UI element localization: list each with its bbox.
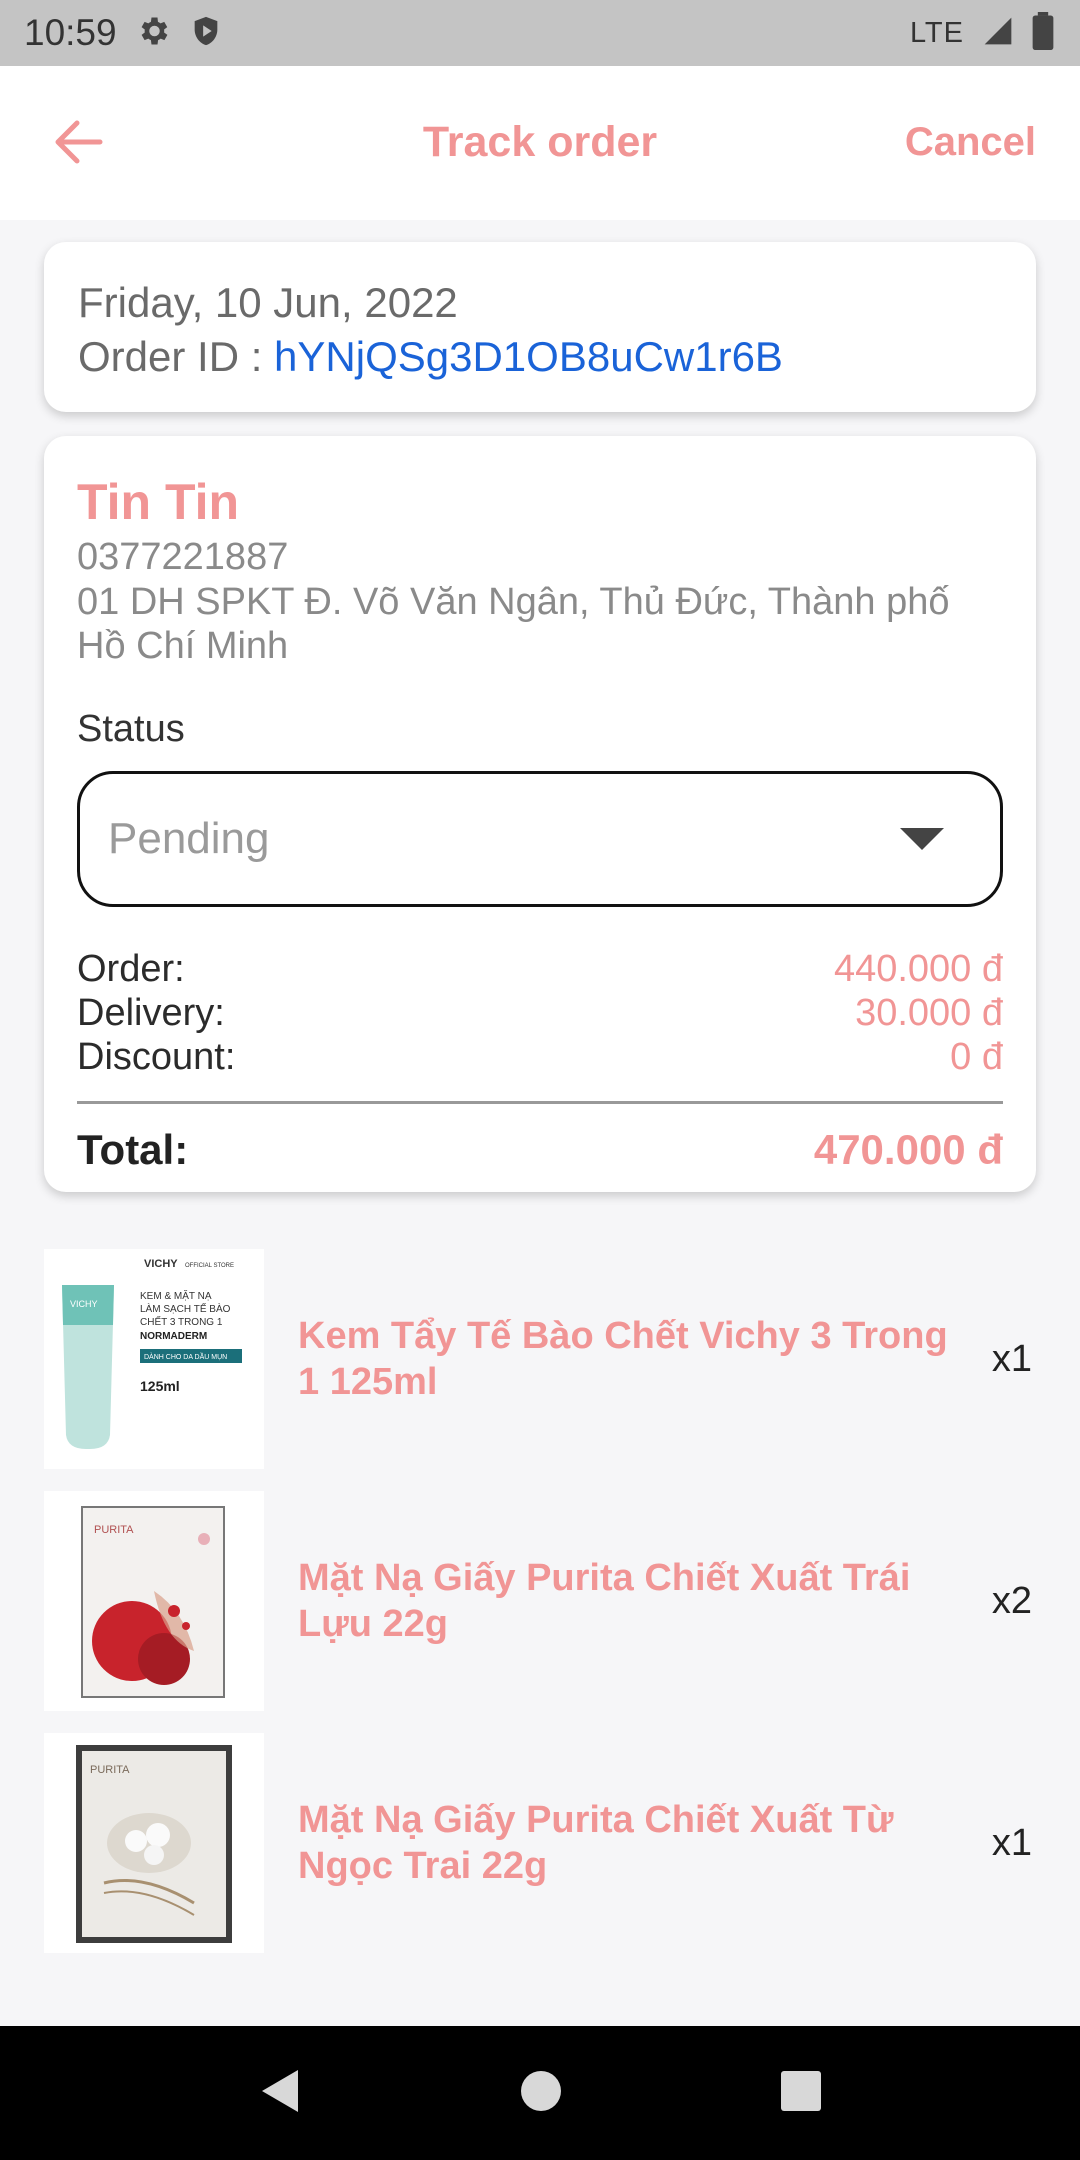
- item-qty: x2: [991, 1579, 1032, 1622]
- signal-icon: [982, 15, 1014, 52]
- cancel-button[interactable]: Cancel: [905, 120, 1036, 165]
- chevron-down-icon: [900, 828, 944, 850]
- system-nav-bar: [0, 2026, 1080, 2160]
- battery-icon: [1032, 11, 1054, 55]
- discount-value: 0 đ: [950, 1035, 1003, 1078]
- list-item[interactable]: VICHY OFFICIAL STORE VICHY KEM & MẶT NẠ …: [44, 1238, 1036, 1480]
- thumb-product: NORMADERM: [140, 1331, 207, 1342]
- total-value: 470.000 đ: [813, 1126, 1003, 1173]
- product-image: VICHY OFFICIAL STORE VICHY KEM & MẶT NẠ …: [44, 1249, 264, 1469]
- customer-phone: 0377221887: [77, 536, 289, 578]
- thumb-line-3: CHẾT 3 TRONG 1: [140, 1315, 223, 1328]
- order-date: Friday, 10 Jun, 2022: [78, 279, 458, 326]
- delivery-row: Delivery: 30.000 đ: [77, 991, 1003, 1035]
- gear-icon: [135, 13, 171, 54]
- status-label: Status: [77, 708, 185, 750]
- order-row: Order: 440.000 đ: [77, 947, 1003, 991]
- delivery-value: 30.000 đ: [855, 991, 1003, 1034]
- thumb-store: OFFICIAL STORE: [185, 1263, 234, 1269]
- thumb-brand: PURITA: [90, 1764, 130, 1776]
- order-value: 440.000 đ: [833, 947, 1003, 990]
- status-time: 10:59: [24, 12, 117, 53]
- price-summary: Order: 440.000 đ Delivery: 30.000 đ Disc…: [77, 947, 1003, 1079]
- app-bar: Track order Cancel: [0, 66, 1080, 220]
- status-dropdown[interactable]: Pending: [77, 771, 1003, 907]
- thumb-brand: PURITA: [94, 1524, 134, 1536]
- order-id-row: Order ID : hYNjQSg3D1OB8uCw1r6B: [78, 330, 1002, 384]
- status-bar: 10:59 LTE: [0, 0, 1080, 66]
- order-details-card: Tin Tin 0377221887 01 DH SPKT Đ. Võ Văn …: [44, 436, 1036, 1192]
- list-item[interactable]: PURITA Mặt Nạ Giấy Purita Chiết Xuất Từ …: [44, 1722, 1036, 1964]
- discount-label: Discount:: [77, 1035, 236, 1078]
- discount-row: Discount: 0 đ: [77, 1035, 1003, 1079]
- product-image: PURITA: [44, 1733, 264, 1953]
- product-image: PURITA: [44, 1491, 264, 1711]
- order-info-card: Friday, 10 Jun, 2022 Order ID : hYNjQSg3…: [44, 242, 1036, 412]
- recents-square-icon[interactable]: [780, 2070, 822, 2117]
- customer-address: 01 DH SPKT Đ. Võ Văn Ngân, Thủ Đức, Thàn…: [77, 581, 950, 667]
- order-id-label: Order ID :: [78, 333, 275, 380]
- network-type: LTE: [909, 16, 964, 49]
- thumb-size: 125ml: [140, 1378, 180, 1394]
- item-qty: x1: [991, 1821, 1032, 1864]
- home-circle-icon[interactable]: [519, 2069, 563, 2118]
- order-id-value: hYNjQSg3D1OB8uCw1r6B: [274, 333, 783, 380]
- thumb-brand: VICHY: [144, 1258, 178, 1270]
- customer-name: Tin Tin: [77, 474, 240, 530]
- thumb-line-2: LÀM SẠCH TẾ BÀO: [140, 1302, 231, 1315]
- thumb-line-1: KEM & MẶT NẠ: [140, 1289, 212, 1302]
- item-name: Mặt Nạ Giấy Purita Chiết Xuất Từ Ngọc Tr…: [298, 1799, 894, 1887]
- shield-icon: [189, 13, 223, 54]
- back-triangle-icon[interactable]: [258, 2066, 302, 2121]
- delivery-label: Delivery:: [77, 991, 225, 1034]
- item-qty: x1: [991, 1337, 1032, 1380]
- order-label: Order:: [77, 947, 185, 990]
- list-item[interactable]: PURITA Mặt Nạ Giấy Purita Chiết Xuất Trá…: [44, 1480, 1036, 1722]
- order-items-list: VICHY OFFICIAL STORE VICHY KEM & MẶT NẠ …: [44, 1238, 1036, 1964]
- total-row: Total: 470.000 đ: [77, 1126, 1003, 1174]
- item-name: Kem Tẩy Tế Bào Chết Vichy 3 Trong 1 125m…: [298, 1315, 948, 1403]
- item-name: Mặt Nạ Giấy Purita Chiết Xuất Trái Lựu 2…: [298, 1557, 911, 1645]
- svg-text:VICHY: VICHY: [70, 1299, 98, 1309]
- divider: [77, 1101, 1003, 1104]
- total-label: Total:: [77, 1126, 189, 1173]
- status-value: Pending: [108, 814, 270, 863]
